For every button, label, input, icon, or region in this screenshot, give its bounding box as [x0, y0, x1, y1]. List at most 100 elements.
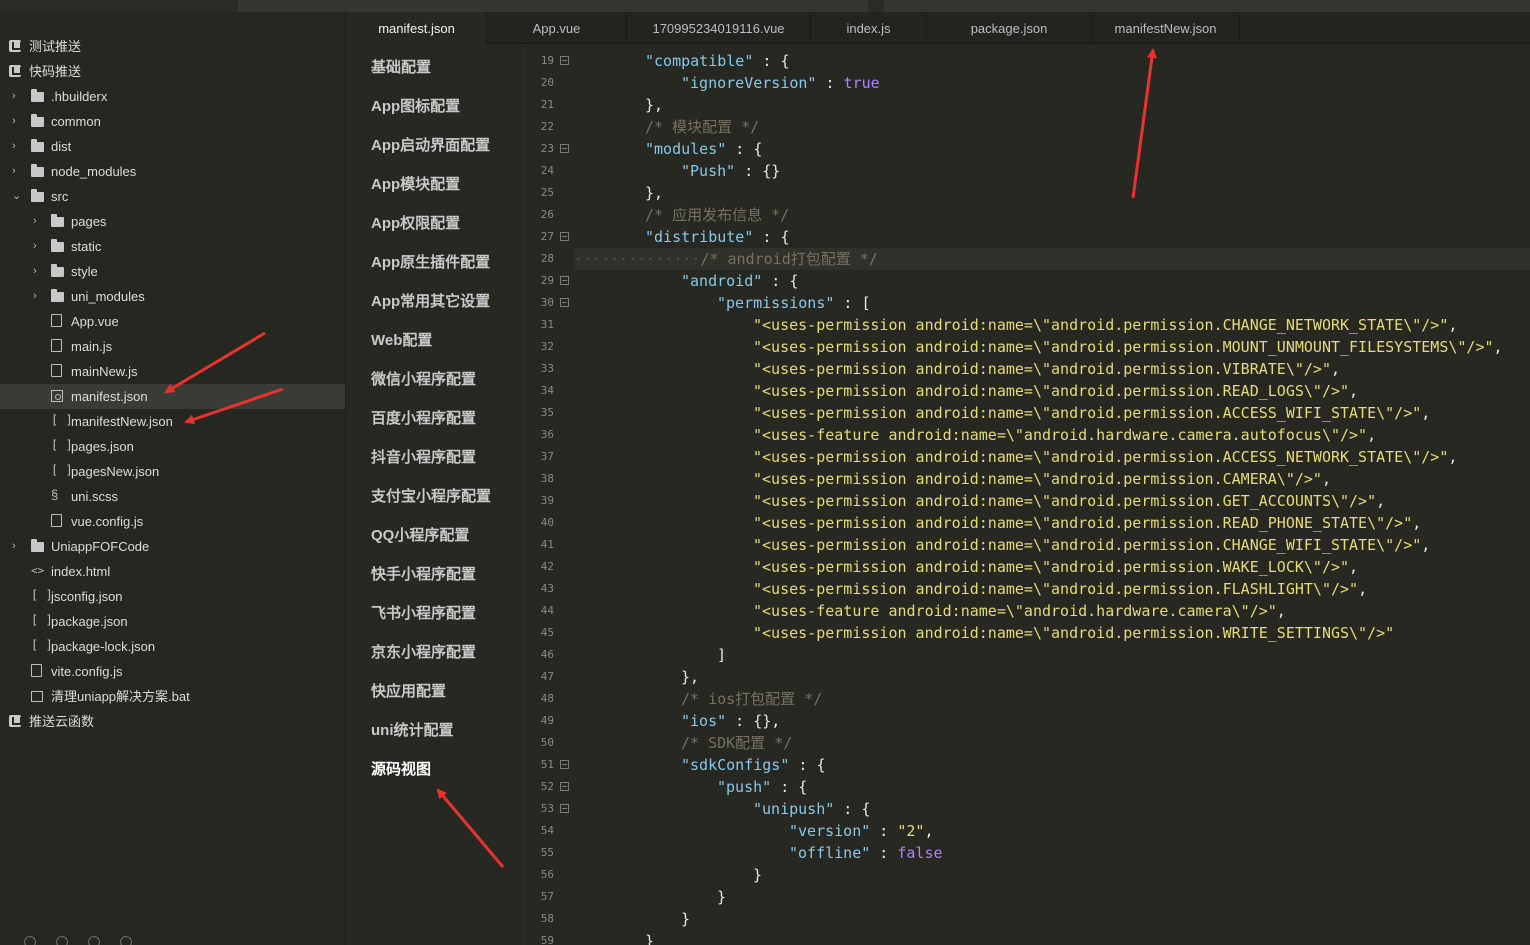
settings-nav-item-7[interactable]: App常用其它设置: [371, 293, 490, 311]
tab-package-json[interactable]: package.json: [927, 12, 1092, 44]
fold-toggle-icon[interactable]: [560, 144, 569, 153]
fold-toggle-icon[interactable]: [560, 232, 569, 241]
code-token: : {}: [735, 162, 781, 180]
settings-nav-item-6[interactable]: App原生插件配置: [371, 254, 490, 272]
tree-item-static[interactable]: › static: [0, 234, 345, 259]
folder-icon: [51, 289, 64, 302]
tree-item-jsconfig-json[interactable]: [ ] jsconfig.json: [0, 584, 345, 609]
code-token: "permissions": [717, 294, 835, 312]
tree-item-app-vue[interactable]: App.vue: [0, 309, 345, 334]
tree-item-src[interactable]: ⌄ src: [0, 184, 345, 209]
chevron-right-icon[interactable]: ›: [12, 113, 22, 129]
code-editor[interactable]: 19 20 21 22 23 24 25 26 27 28 29 30 31 32 33 34 35 36 37 38…: [526, 44, 1530, 945]
code-token: /* 应用发布信息 */: [645, 206, 790, 224]
settings-nav-item-5[interactable]: App权限配置: [371, 215, 460, 233]
search-bar[interactable]: [884, 0, 1530, 12]
line-number: 50: [540, 736, 554, 749]
code-token: },: [645, 96, 664, 114]
fold-toggle-icon[interactable]: [560, 804, 569, 813]
fold-toggle-icon[interactable]: [560, 298, 569, 307]
code-line: "ios" : {},: [681, 710, 780, 732]
code-line: "<uses-permission android:name=\"android…: [753, 622, 1394, 644]
tree-item-pages[interactable]: › pages: [0, 209, 345, 234]
chevron-right-icon[interactable]: ›: [33, 238, 43, 254]
tree-item-hbuilderx[interactable]: › .hbuilderx: [0, 84, 345, 109]
tree-item-vue-config-js[interactable]: vue.config.js: [0, 509, 345, 534]
settings-nav-item-4[interactable]: App模块配置: [371, 176, 460, 194]
tree-item-style[interactable]: › style: [0, 259, 345, 284]
chevron-right-icon[interactable]: ›: [33, 213, 43, 229]
chevron-right-icon[interactable]: ›: [33, 263, 43, 279]
tree-item-uniappfofcode[interactable]: › UniappFOFCode: [0, 534, 345, 559]
settings-nav-item-15[interactable]: 飞书小程序配置: [371, 605, 476, 623]
chevron-right-icon[interactable]: ›: [33, 288, 43, 304]
globe-icon[interactable]: [120, 936, 132, 945]
line-number: 59: [540, 934, 554, 945]
settings-nav-item-8[interactable]: Web配置: [371, 332, 432, 350]
tab-manifestnew-json[interactable]: manifestNew.json: [1092, 12, 1240, 44]
tree-item-快码推送[interactable]: 快码推送: [0, 59, 345, 84]
line-number: 27: [540, 230, 554, 243]
tab-app-vue[interactable]: App.vue: [487, 12, 627, 44]
line-number: 26: [540, 208, 554, 221]
code-line: /* ios打包配置 */: [681, 688, 822, 710]
settings-nav-item-13[interactable]: QQ小程序配置: [371, 527, 469, 545]
settings-nav-item-19[interactable]: 源码视图: [371, 761, 431, 779]
line-number: 30: [540, 296, 554, 309]
code-token: "version": [789, 822, 871, 840]
code-token: }: [753, 866, 763, 884]
tree-item-label: 快码推送: [29, 64, 82, 79]
tab-170995234019116-vue[interactable]: 170995234019116.vue: [627, 12, 811, 44]
fold-toggle-icon[interactable]: [560, 782, 569, 791]
tree-item-package-lock-json[interactable]: [ ] package-lock.json: [0, 634, 345, 659]
chevron-right-icon[interactable]: ›: [12, 88, 22, 104]
fold-toggle-icon[interactable]: [560, 56, 569, 65]
tree-item-common[interactable]: › common: [0, 109, 345, 134]
settings-nav-item-16[interactable]: 京东小程序配置: [371, 644, 476, 662]
settings-nav-item-9[interactable]: 微信小程序配置: [371, 371, 476, 389]
chevron-down-icon[interactable]: ⌄: [12, 188, 22, 204]
settings-nav-item-3[interactable]: App启动界面配置: [371, 137, 490, 155]
settings-nav-item-2[interactable]: App图标配置: [371, 98, 460, 116]
chevron-right-icon[interactable]: ›: [12, 138, 22, 154]
code-line: ]: [717, 644, 726, 666]
tree-item-uni-modules[interactable]: › uni_modules: [0, 284, 345, 309]
editor-tab-bar: manifest.json App.vue 170995234019116.vue i…: [347, 12, 1530, 44]
bug-icon[interactable]: [56, 936, 68, 945]
tree-item-vite-config-js[interactable]: vite.config.js: [0, 659, 345, 684]
line-number: 56: [540, 868, 554, 881]
settings-nav-item-10[interactable]: 百度小程序配置: [371, 410, 476, 428]
tree-item-node-modules[interactable]: › node_modules: [0, 159, 345, 184]
code-token: ,: [924, 822, 934, 840]
tab-index-js[interactable]: index.js: [811, 12, 927, 44]
tree-item-测试推送[interactable]: 测试推送: [0, 34, 345, 59]
settings-nav-item-1[interactable]: 基础配置: [371, 59, 431, 77]
tree-item-manifestnew-json[interactable]: [ ] manifestNew.json: [0, 409, 345, 434]
line-number: 57: [540, 890, 554, 903]
refresh-icon[interactable]: [88, 936, 100, 945]
tree-item-index-html[interactable]: <> index.html: [0, 559, 345, 584]
tree-item-pagesnew-json[interactable]: [ ] pagesNew.json: [0, 459, 345, 484]
account-icon[interactable]: [24, 936, 36, 945]
tree-item-dist[interactable]: › dist: [0, 134, 345, 159]
fold-toggle-icon[interactable]: [560, 760, 569, 769]
tab-manifest-json[interactable]: manifest.json: [347, 12, 487, 44]
tree-item-mainnew-js[interactable]: mainNew.js: [0, 359, 345, 384]
tree-item-推送云函数[interactable]: 推送云函数: [0, 709, 345, 734]
settings-nav-item-17[interactable]: 快应用配置: [371, 683, 446, 701]
bat-file-icon: [31, 691, 43, 702]
tree-item-main-js[interactable]: main.js: [0, 334, 345, 359]
settings-nav-item-11[interactable]: 抖音小程序配置: [371, 449, 476, 467]
chevron-right-icon[interactable]: ›: [12, 538, 22, 554]
tree-item-package-json[interactable]: [ ] package.json: [0, 609, 345, 634]
tree-item-清理uniapp解决方案-bat[interactable]: 清理uniapp解决方案.bat: [0, 684, 345, 709]
chevron-right-icon[interactable]: ›: [12, 163, 22, 179]
tree-item-pages-json[interactable]: [ ] pages.json: [0, 434, 345, 459]
tree-item-uni-scss[interactable]: § uni.scss: [0, 484, 345, 509]
settings-nav-item-14[interactable]: 快手小程序配置: [371, 566, 476, 584]
fold-toggle-icon[interactable]: [560, 276, 569, 285]
settings-nav-item-18[interactable]: uni统计配置: [371, 722, 454, 740]
code-token: ,: [1448, 448, 1458, 466]
tree-item-manifest-json[interactable]: manifest.json: [0, 384, 345, 409]
settings-nav-item-12[interactable]: 支付宝小程序配置: [371, 488, 491, 506]
